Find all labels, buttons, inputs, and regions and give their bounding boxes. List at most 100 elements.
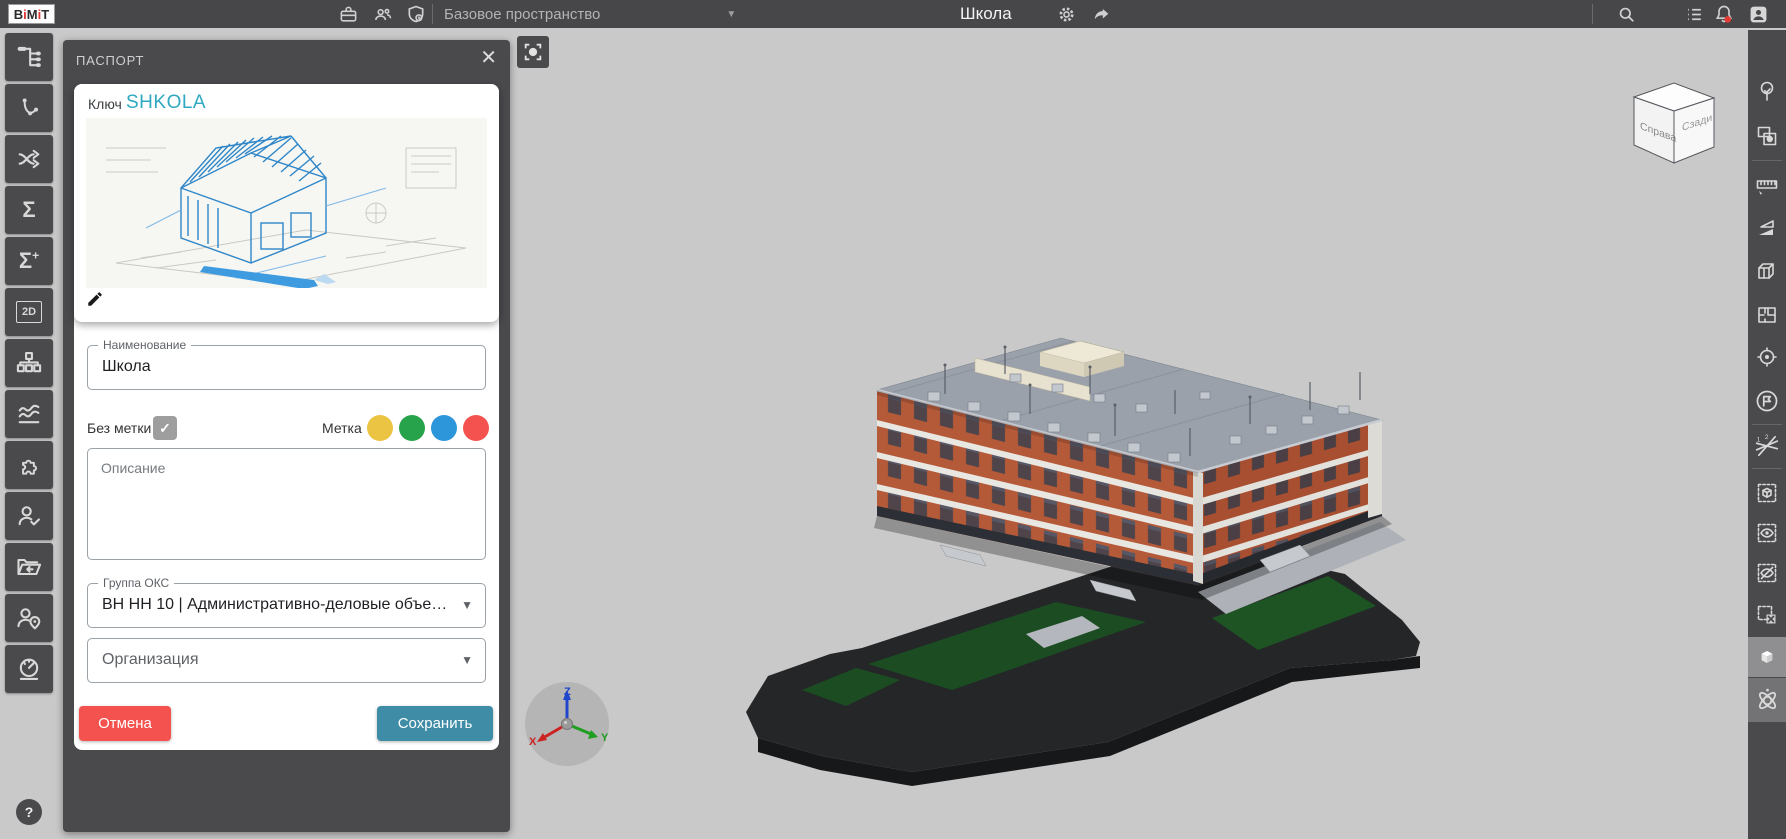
toolbar-hide-selection[interactable] <box>1748 554 1786 592</box>
toolbar-model-structure[interactable] <box>5 33 53 81</box>
save-button[interactable]: Сохранить <box>377 706 493 741</box>
help-button[interactable]: ? <box>16 799 42 825</box>
toolbar-show-selection[interactable] <box>1748 514 1786 552</box>
axis-gizmo[interactable]: Z X Y <box>525 682 609 766</box>
name-field[interactable]: Наименование Школа <box>87 345 486 390</box>
toolbar-orbit-view[interactable] <box>1748 678 1786 722</box>
app-logo[interactable]: BiMiT <box>8 4 55 24</box>
isolate-cube-icon <box>1755 481 1779 505</box>
shared-folder-icon <box>15 553 43 581</box>
toolbar-user-locations[interactable] <box>5 594 53 642</box>
oks-group-label: Группа ОКС <box>98 576 174 590</box>
security-shield-icon[interactable] <box>406 4 426 24</box>
oks-group-select[interactable]: Группа ОКС ВН НН 10 | Административно-де… <box>87 583 486 628</box>
cancel-button[interactable]: Отмена <box>79 706 171 741</box>
building-model[interactable] <box>746 338 1420 786</box>
gauge-icon <box>15 655 43 683</box>
toolbar-summary-add[interactable]: Σ+ <box>5 237 53 285</box>
toolbar-floor-plan[interactable] <box>1748 296 1786 334</box>
orbit-icon <box>1754 687 1781 714</box>
toolbar-summary[interactable]: Σ <box>5 186 53 234</box>
toolbar-shaded-view[interactable] <box>1748 637 1786 677</box>
svg-text:2: 2 <box>1765 434 1769 441</box>
passport-panel: ПАСПОРТ ✕ Ключ SHKOLA <box>63 40 510 832</box>
toolbar-separator <box>1752 468 1782 469</box>
share-icon[interactable] <box>1092 4 1112 24</box>
key-card: Ключ SHKOLA <box>74 84 499 322</box>
description-field[interactable]: Описание <box>87 448 486 560</box>
notifications-bell-icon[interactable] <box>1714 4 1734 24</box>
description-placeholder: Описание <box>101 460 165 476</box>
sigma-icon: Σ <box>22 197 35 223</box>
toolbar-isolate-selection[interactable] <box>1748 474 1786 512</box>
toolbar-measure-ruler[interactable] <box>1748 166 1786 204</box>
toolbar-area-select[interactable] <box>1748 117 1786 155</box>
eye-icon <box>1755 521 1779 545</box>
key-label: Ключ <box>88 96 122 112</box>
toolbar-dashboard[interactable] <box>5 645 53 693</box>
toolbar-graph-links[interactable] <box>5 84 53 132</box>
workspace-selector[interactable]: Базовое пространство ▼ <box>444 0 736 28</box>
view-cube[interactable]: Справа Сзади <box>1626 75 1726 170</box>
axis-z-label: Z <box>564 686 571 698</box>
tasks-list-icon[interactable] <box>1684 4 1704 24</box>
toolbar-section-flip[interactable] <box>1748 209 1786 247</box>
2d-view-icon: 2D <box>16 301 42 323</box>
key-value: SHKOLA <box>126 92 206 114</box>
toolbar-separator <box>1752 424 1782 425</box>
toolbar-plugins[interactable] <box>5 441 53 489</box>
settings-gear-icon[interactable] <box>1056 4 1076 24</box>
focus-icon <box>522 41 544 63</box>
edit-image-pencil-icon[interactable] <box>86 290 104 308</box>
section-flip-icon <box>1755 216 1779 240</box>
toolbar-flag-marker[interactable] <box>1748 382 1786 420</box>
toolbar-user-approvals[interactable] <box>5 492 53 540</box>
toolbar-axes-grid[interactable]: 12 <box>1748 427 1786 465</box>
org-chart-icon <box>15 349 43 377</box>
label-section-text: Метка <box>322 420 362 436</box>
label-dot-yellow[interactable] <box>367 415 393 441</box>
axes-grid-icon: 12 <box>1754 433 1780 459</box>
toolbar-merge-flows[interactable] <box>5 135 53 183</box>
organization-select[interactable]: Организация ▼ <box>87 638 486 683</box>
chevron-down-icon: ▼ <box>726 9 736 20</box>
tree-icon <box>1755 79 1779 103</box>
label-dot-red[interactable] <box>463 415 489 441</box>
label-dot-blue[interactable] <box>431 415 457 441</box>
focus-model-button[interactable] <box>517 36 549 68</box>
topbar-divider <box>1592 4 1593 24</box>
toolbar-separator <box>1752 160 1782 161</box>
toolbar-org-chart[interactable] <box>5 339 53 387</box>
toolbar-section-cube[interactable] <box>1748 253 1786 291</box>
top-bar: BiMiT Базовое пространство ▼ Школа <box>0 0 1786 28</box>
chevron-down-icon: ▼ <box>461 598 473 612</box>
right-toolbar: 12 <box>1748 30 1786 839</box>
no-label-checkbox[interactable]: ✓ <box>153 416 177 440</box>
section-cube-icon <box>1755 260 1779 284</box>
organization-placeholder: Организация <box>102 651 199 669</box>
label-row: Без метки ✓ Метка <box>74 414 499 442</box>
chevron-down-icon: ▼ <box>461 653 473 667</box>
toolbar-environment-tree[interactable] <box>1748 72 1786 110</box>
search-icon[interactable] <box>1616 4 1636 24</box>
toolbar-clear-selection[interactable] <box>1748 596 1786 634</box>
toolbar-analytics[interactable] <box>5 390 53 438</box>
axis-y-label: Y <box>601 732 609 744</box>
projects-briefcase-icon[interactable] <box>338 4 358 24</box>
toolbar-view-2d[interactable]: 2D <box>5 288 53 336</box>
oks-group-value: ВН НН 10 | Административно-деловые объе… <box>102 596 447 614</box>
team-icon[interactable] <box>373 4 393 24</box>
eye-off-icon <box>1755 561 1779 585</box>
sigma-plus-icon: Σ+ <box>19 248 39 274</box>
model-structure-icon <box>15 43 43 71</box>
floor-plan-icon <box>1755 303 1779 327</box>
ruler-icon <box>1755 173 1779 197</box>
toolbar-shared-projects[interactable] <box>5 543 53 591</box>
topbar-divider <box>432 4 433 24</box>
puzzle-icon <box>16 452 42 478</box>
account-icon[interactable] <box>1748 4 1768 24</box>
close-icon[interactable]: ✕ <box>480 48 497 68</box>
toolbar-focus-point[interactable] <box>1748 338 1786 376</box>
analytics-icon <box>15 400 43 428</box>
label-dot-green[interactable] <box>399 415 425 441</box>
